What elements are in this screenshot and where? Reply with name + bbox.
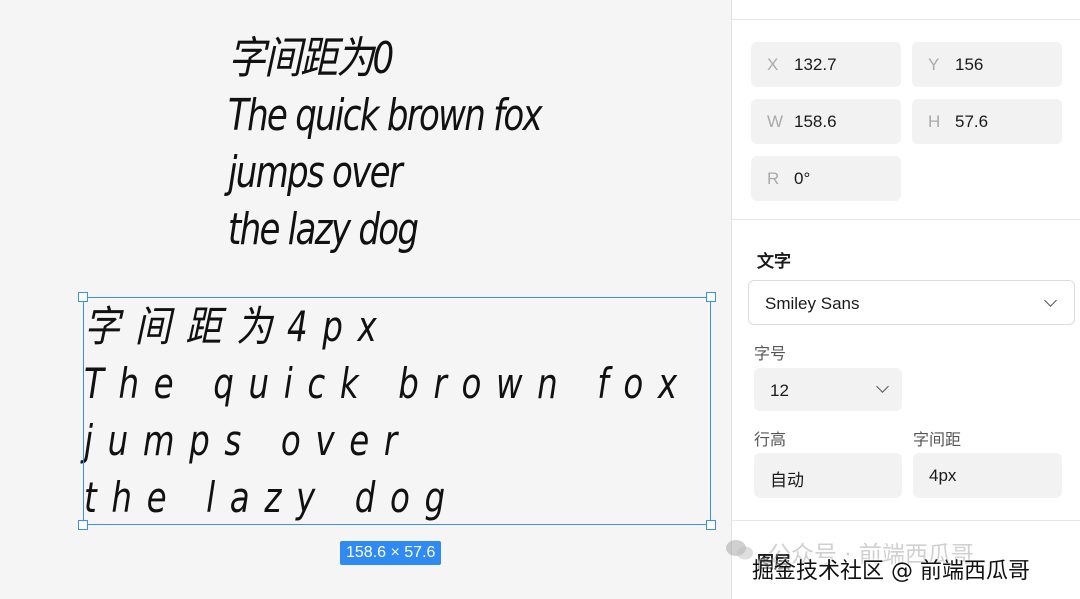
- resize-handle-bottom-right[interactable]: [706, 520, 716, 530]
- text-section-title: 文字: [757, 252, 791, 271]
- line-height-value: 自动: [770, 471, 804, 490]
- letter-spacing-field[interactable]: 4px: [913, 453, 1062, 498]
- wechat-icon: [726, 540, 753, 560]
- resize-handle-bottom-left[interactable]: [78, 520, 88, 530]
- resize-handle-top-right[interactable]: [706, 292, 716, 302]
- design-canvas[interactable]: 字间距为0 The quick brown fox jumps over the…: [0, 0, 731, 599]
- y-field[interactable]: Y 156: [912, 42, 1062, 87]
- resize-handle-top-left[interactable]: [78, 292, 88, 302]
- h-field[interactable]: H 57.6: [912, 99, 1062, 144]
- juejin-watermark: 掘金技术社区 @ 前端西瓜哥: [752, 559, 1030, 584]
- selection-box[interactable]: [78, 292, 716, 530]
- x-label: X: [767, 55, 779, 74]
- text-line: The quick brown fox: [228, 90, 543, 141]
- font-family-select[interactable]: Smiley Sans: [748, 280, 1075, 325]
- x-field[interactable]: X 132.7: [751, 42, 901, 87]
- letter-spacing-label: 字间距: [913, 432, 962, 449]
- text-layer-spacing-0[interactable]: 字间距为0 The quick brown fox jumps over the…: [228, 30, 592, 258]
- y-label: Y: [928, 55, 940, 74]
- letter-spacing-value: 4px: [929, 466, 957, 485]
- divider: [732, 520, 1080, 521]
- line-height-field[interactable]: 自动: [754, 453, 902, 498]
- font-size-select[interactable]: 12: [754, 368, 902, 411]
- h-value: 57.6: [955, 112, 989, 131]
- y-value: 156: [955, 55, 984, 74]
- chevron-down-icon: [876, 380, 889, 393]
- text-line: the lazy dog: [228, 204, 419, 255]
- text-line: 字间距为0: [228, 33, 394, 84]
- r-value: 0°: [794, 169, 811, 188]
- w-field[interactable]: W 158.6: [751, 99, 901, 144]
- rotation-field[interactable]: R 0°: [751, 156, 901, 201]
- r-label: R: [767, 169, 780, 188]
- text-line: jumps over: [228, 147, 403, 198]
- divider: [732, 19, 1080, 20]
- font-size-value: 12: [770, 381, 789, 400]
- dimension-badge: 158.6 × 57.6: [340, 541, 442, 565]
- h-label: H: [928, 112, 941, 131]
- w-label: W: [767, 112, 784, 131]
- divider: [732, 219, 1080, 220]
- x-value: 132.7: [794, 55, 837, 74]
- chevron-down-icon: [1044, 294, 1057, 307]
- properties-panel: X 132.7 Y 156 W 158.6 H 57.6 R 0° 文字 Smi…: [731, 0, 1080, 599]
- w-value: 158.6: [794, 112, 837, 131]
- font-family-value: Smiley Sans: [765, 294, 860, 313]
- font-size-label: 字号: [754, 346, 787, 363]
- line-height-label: 行高: [754, 432, 787, 449]
